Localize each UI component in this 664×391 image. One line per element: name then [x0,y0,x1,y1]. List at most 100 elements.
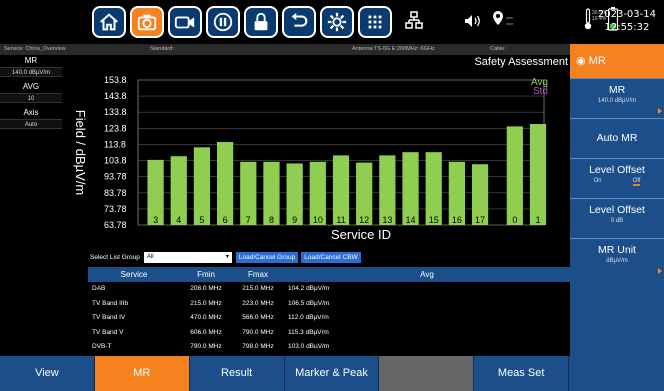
record-button[interactable] [168,6,202,38]
softkey-value: 0 dB [610,218,624,224]
y-tick-label: 93.78 [104,172,127,182]
cell-fmax: 790.0 MHz [242,328,274,336]
table-row[interactable]: TV Band V 606.0 MHz 790.0 MHz 115.3 dBµV/m [88,326,570,341]
level-offset-toggle-softkey[interactable]: Level Offset On Off [570,158,664,198]
cell-fmin: 215.0 MHz [190,299,222,307]
cell-fmax: 566.0 MHz [242,314,274,321]
cable-info: Cable: [490,46,506,52]
settings-button[interactable] [320,6,354,38]
auto-mr-softkey[interactable]: Auto MR [570,118,664,158]
cell-service: TV Band IIIb [92,299,129,307]
bar [217,142,234,225]
pause-icon [213,12,233,32]
y-tick-label: 103.8 [104,156,127,166]
page-title: Safety Assessment [474,56,568,68]
y-tick-label: 123.8 [104,123,127,133]
tab-blank [569,356,664,391]
softkey-menu-header: ◉ MR [570,44,664,78]
cell-fmax: 798.0 MHz [242,343,274,348]
x-tick-label: 7 [246,215,251,225]
softkey-title: MR Unit [598,244,636,256]
home-icon [100,13,118,31]
cell-fmin: 208.0 MHz [190,285,222,292]
x-tick-label: 8 [269,215,274,225]
x-tick-label: 11 [336,215,345,225]
softkey-title: Level Offset [589,204,645,216]
softkey-header-label: MR [588,55,606,67]
mr-value[interactable]: 140.0 dBµV/m [0,67,62,77]
bottom-tab-bar: View MR Result Marker & Peak Meas Set [0,356,664,391]
keypad-button[interactable] [358,6,392,38]
select-row: Select List Group All ▾ Load/Cancel Group… [90,250,364,264]
cell-fmin: 606.0 MHz [190,328,222,336]
camera-icon [137,14,157,31]
header-fmin[interactable]: Fmin [180,267,232,282]
cell-fmin: 790.0 MHz [190,343,222,348]
header-fmax[interactable]: Fmax [232,267,284,282]
x-tick-label: 15 [429,215,439,225]
screenshot-button[interactable] [130,6,164,38]
y-tick-label: 63.78 [104,220,127,230]
standard-info: Standard: [150,46,174,52]
x-tick-label: 13 [382,215,392,225]
tab-meas-set[interactable]: Meas Set [474,356,570,391]
video-icon [174,16,195,29]
cell-avg: 103.0 dBµV/m [288,343,330,348]
x-tick-label: 17 [475,215,485,225]
softkey-value: 140.0 dBµV/m [597,98,637,104]
pause-button[interactable] [206,6,240,38]
x-tick-label: 12 [359,215,369,225]
bar-chart: 153.8 143.8 133.8 123.8 113.8 103.8 93.78 83.78… [73,75,548,242]
avg-label: AVG [22,82,40,91]
bar [193,147,211,225]
x-tick-label: 1 [535,215,540,225]
cell-service: DVB-T [92,343,112,348]
x-axis-label: Service ID [331,227,391,242]
select-list-group-dropdown[interactable]: All ▾ [143,251,232,263]
cell-service: DAB [92,285,106,292]
axis-label: Axis [23,108,39,117]
softkey-title: MR [608,84,626,96]
cell-fmax: 223.0 MHz [242,299,274,307]
legend-entry: Std [533,86,548,97]
x-tick-label: 16 [452,215,462,225]
x-tick-label: 0 [512,215,517,225]
tab-view[interactable]: View [0,356,95,391]
x-tick-label: 3 [153,215,158,225]
keypad-icon [368,15,382,29]
lock-button[interactable] [244,6,278,38]
cell-avg: 115.3 dBµV/m [288,328,329,336]
table-row[interactable]: DVB-T 790.0 MHz 798.0 MHz 103.0 dBµV/m [88,340,570,348]
x-tick-label: 6 [223,215,228,225]
right-softkey-panel: ◉ MR MR 140.0 dBµV/m Auto MR Level Offse… [570,44,664,356]
table-row[interactable]: TV Band IIIb 215.0 MHz 223.0 MHz 106.5 dBµV… [88,297,570,312]
avg-value[interactable]: 10 [0,93,62,103]
y-tick-label: 153.8 [104,75,127,85]
cell-fmin: 470.0 MHz [190,314,222,321]
undo-button[interactable] [282,6,316,38]
tab-result[interactable]: Result [190,356,285,391]
axis-value[interactable]: Auto [0,119,62,129]
load-cancel-cbw-button[interactable]: Load/Cancel CBW [301,251,361,263]
toggle-off-label: Off [632,178,641,186]
radio-dot-icon: ◉ [576,55,586,67]
softkey-title: Auto MR [596,132,638,144]
tab-mr[interactable]: MR [94,356,190,391]
tab-marker-peak[interactable]: Marker & Peak [285,356,380,391]
home-button[interactable] [92,6,126,38]
level-offset-value-softkey[interactable]: Level Offset 0 dB [570,198,664,238]
cell-service: TV Band IV [92,314,126,321]
header-service[interactable]: Service [88,267,180,282]
load-cancel-group-button[interactable]: Load/Cancel Group [235,251,299,263]
temperature-icon [584,8,592,30]
table-row[interactable]: DAB 208.0 MHz 215.0 MHz 104.2 dBµV/m [88,282,570,297]
table-row[interactable]: TV Band IV 470.0 MHz 566.0 MHz 112.0 dBµV/m [88,311,570,326]
mr-softkey[interactable]: MR 140.0 dBµV/m [570,78,664,118]
date-text: 2023-03-14 [597,9,656,20]
header-avg[interactable]: Avg [284,267,570,282]
softkey-value: dBµV/m [606,258,628,264]
datetime: 2023-03-14 12:55:32 [598,8,656,34]
time-text: 12:55:32 [604,22,650,33]
results-table: Service Fmin Fmax Avg DAB 208.0 MHz 215.0 … [88,267,570,348]
mr-unit-softkey[interactable]: MR Unit dBµV/m [570,238,664,278]
